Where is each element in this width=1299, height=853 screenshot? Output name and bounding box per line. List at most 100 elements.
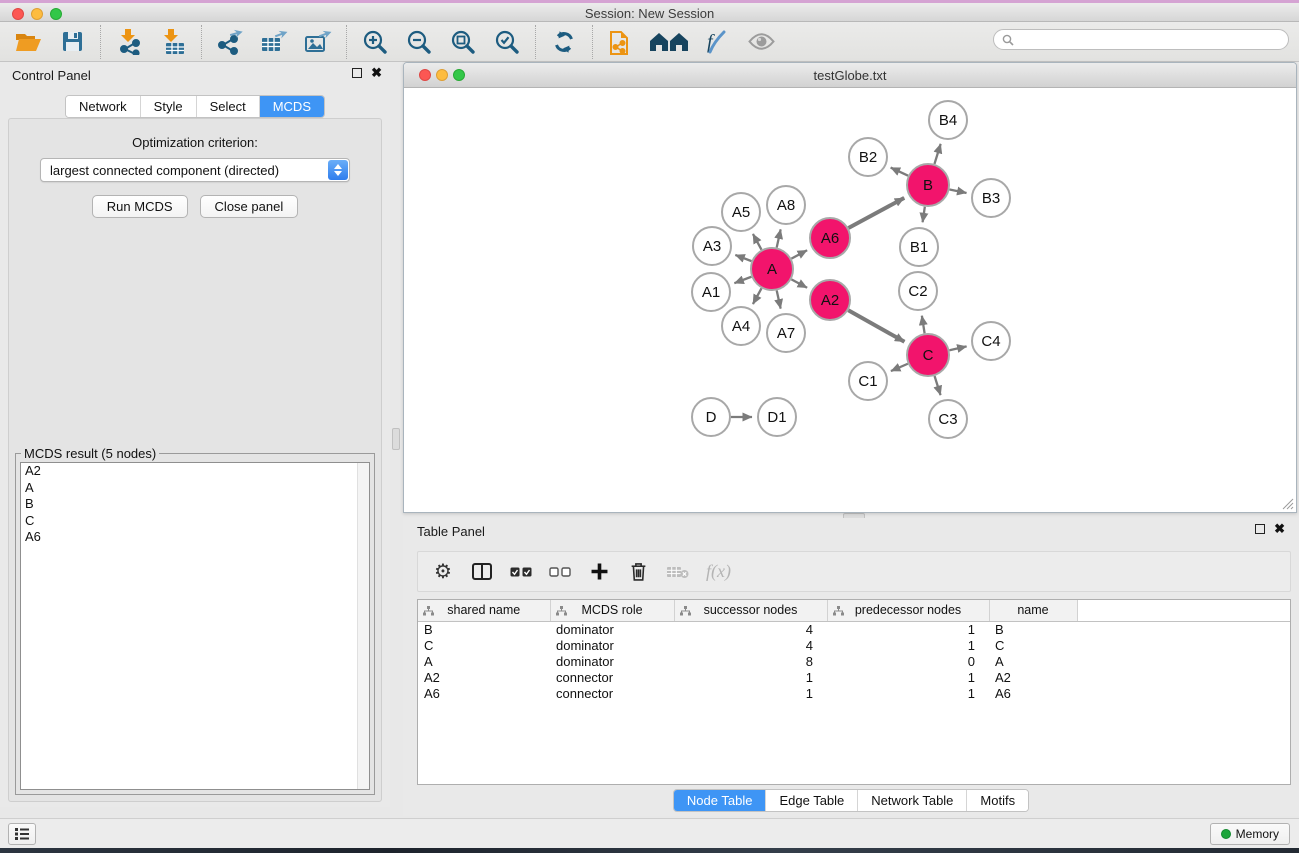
network-graph[interactable]: B4B2BB3B1A5A8A6A3AA1A2C2A4A7C4CC1C3DD1 (404, 88, 1296, 512)
vertical-splitter-handle[interactable] (392, 428, 400, 450)
graph-node-A1[interactable]: A1 (692, 273, 730, 311)
graph-node-A2[interactable]: A2 (810, 280, 850, 320)
float-table-panel-icon[interactable] (1255, 524, 1265, 534)
tab-mcds[interactable]: MCDS (260, 96, 324, 117)
zoom-selected-icon[interactable] (489, 26, 525, 58)
mcds-result-item[interactable]: B (21, 496, 369, 513)
graph-edge-A-A7[interactable] (777, 290, 781, 308)
add-column-icon[interactable] (588, 563, 610, 580)
export-table-icon[interactable] (256, 26, 292, 58)
criterion-dropdown[interactable]: largest connected component (directed) (40, 158, 350, 182)
graph-node-B[interactable]: B (907, 164, 949, 206)
graph-node-C3[interactable]: C3 (929, 400, 967, 438)
graph-node-A5[interactable]: A5 (722, 193, 760, 231)
show-hide-icon[interactable] (743, 26, 779, 58)
graph-edge-C-C1[interactable] (891, 364, 908, 371)
mcds-result-item[interactable]: A6 (21, 529, 369, 546)
graph-edge-A-A2[interactable] (791, 279, 807, 287)
graph-edge-A-A4[interactable] (753, 288, 762, 304)
open-session-icon[interactable] (10, 26, 46, 58)
column-header-MCDS-role[interactable]: MCDS role (550, 600, 674, 621)
mcds-result-item[interactable]: A (21, 480, 369, 497)
tab-style[interactable]: Style (141, 96, 197, 117)
graph-node-A6[interactable]: A6 (810, 218, 850, 258)
graph-node-B2[interactable]: B2 (849, 138, 887, 176)
zoom-out-icon[interactable] (401, 26, 437, 58)
tab-network[interactable]: Network (66, 96, 141, 117)
mcds-result-item[interactable]: C (21, 513, 369, 530)
graph-node-C[interactable]: C (907, 334, 949, 376)
table-row[interactable]: Cdominator41C (418, 637, 1290, 653)
import-table-icon[interactable] (155, 26, 191, 58)
new-network-from-selection-icon[interactable] (603, 26, 639, 58)
network-canvas[interactable]: B4B2BB3B1A5A8A6A3AA1A2C2A4A7C4CC1C3DD1 (404, 88, 1296, 512)
unselect-all-checkboxes-icon[interactable] (549, 567, 571, 577)
run-mcds-button[interactable]: Run MCDS (92, 195, 188, 218)
table-row[interactable]: A2connector11A2 (418, 669, 1290, 685)
graph-node-A4[interactable]: A4 (722, 307, 760, 345)
graph-edge-C-C4[interactable] (949, 346, 966, 350)
graph-node-A8[interactable]: A8 (767, 186, 805, 224)
select-all-checkboxes-icon[interactable] (510, 567, 532, 577)
graph-node-B3[interactable]: B3 (972, 179, 1010, 217)
first-neighbors-icon[interactable] (647, 26, 691, 58)
search-field[interactable] (993, 29, 1289, 50)
close-table-panel-icon[interactable]: ✖ (1274, 524, 1285, 534)
graph-node-C2[interactable]: C2 (899, 272, 937, 310)
graph-edge-A-A6[interactable] (791, 250, 807, 258)
refresh-view-icon[interactable] (546, 26, 582, 58)
tab-motifs[interactable]: Motifs (967, 790, 1028, 811)
graph-edge-B-B2[interactable] (891, 168, 908, 176)
table-settings-gear-icon[interactable]: ⚙ (432, 562, 454, 582)
show-columns-icon[interactable] (471, 563, 493, 580)
graph-edge-A-A3[interactable] (735, 255, 751, 261)
graph-edge-B-B1[interactable] (923, 207, 925, 222)
graph-node-D1[interactable]: D1 (758, 398, 796, 436)
zoom-in-icon[interactable] (357, 26, 393, 58)
graph-node-B4[interactable]: B4 (929, 101, 967, 139)
task-history-button[interactable] (8, 823, 36, 845)
network-window-titlebar[interactable]: testGlobe.txt (404, 63, 1296, 88)
close-panel-icon[interactable]: ✖ (371, 68, 382, 78)
export-network-icon[interactable] (212, 26, 248, 58)
function-builder-icon[interactable]: f(x) (706, 561, 731, 582)
graph-edge-A-A1[interactable] (734, 277, 751, 283)
mcds-result-list[interactable]: A2ABCA6 (20, 462, 370, 790)
toggle-graphics-details-icon[interactable]: f (699, 26, 735, 58)
table-row[interactable]: Adominator80A (418, 653, 1290, 669)
column-header-successor-nodes[interactable]: successor nodes (674, 600, 827, 621)
graph-node-B1[interactable]: B1 (900, 228, 938, 266)
mcds-result-item[interactable]: A2 (21, 463, 369, 480)
tab-network-table[interactable]: Network Table (858, 790, 967, 811)
graph-node-A7[interactable]: A7 (767, 314, 805, 352)
graph-node-C4[interactable]: C4 (972, 322, 1010, 360)
delete-columns-trash-icon[interactable] (627, 562, 649, 581)
graph-node-A[interactable]: A (751, 248, 793, 290)
graph-edge-A-A5[interactable] (753, 234, 762, 250)
graph-edge-C-C3[interactable] (935, 376, 941, 395)
graph-edge-C-C2[interactable] (922, 316, 925, 334)
graph-edge-B-B4[interactable] (934, 144, 940, 164)
tab-select[interactable]: Select (197, 96, 260, 117)
delete-table-icon[interactable] (666, 565, 689, 579)
close-panel-button[interactable]: Close panel (200, 195, 299, 218)
float-panel-icon[interactable] (352, 68, 362, 78)
graph-edge-A-A8[interactable] (777, 229, 781, 247)
export-image-icon[interactable] (300, 26, 336, 58)
zoom-fit-icon[interactable] (445, 26, 481, 58)
graph-node-D[interactable]: D (692, 398, 730, 436)
import-network-icon[interactable] (111, 26, 147, 58)
memory-button[interactable]: Memory (1210, 823, 1290, 845)
result-scrollbar[interactable] (357, 463, 369, 789)
save-session-icon[interactable] (54, 26, 90, 58)
tab-edge-table[interactable]: Edge Table (766, 790, 858, 811)
graph-edge-A6-B[interactable] (848, 198, 904, 228)
graph-node-A3[interactable]: A3 (693, 227, 731, 265)
table-row[interactable]: Bdominator41B (418, 621, 1290, 637)
column-header-name[interactable]: name (989, 600, 1077, 621)
column-header-predecessor-nodes[interactable]: predecessor nodes (827, 600, 989, 621)
column-header-shared-name[interactable]: shared name (418, 600, 550, 621)
window-resize-grip[interactable] (1281, 497, 1294, 510)
graph-edge-A2-C[interactable] (848, 310, 904, 342)
graph-edge-B-B3[interactable] (950, 189, 967, 193)
